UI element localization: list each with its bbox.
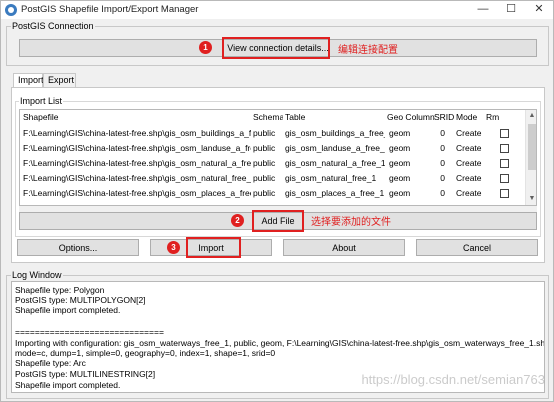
cell-table: gis_osm_places_a_free_1 (285, 188, 385, 198)
step-marker-2: 2 (231, 214, 244, 227)
import-list-table[interactable]: Shapefile Schema Table Geo Column SRID M… (19, 109, 537, 206)
cell-srid: 0 (440, 158, 445, 168)
cell-mode: Create (456, 158, 482, 168)
options-button[interactable]: Options... (17, 239, 139, 256)
table-row[interactable]: F:\Learning\GIS\china-latest-free.shp\gi… (20, 171, 525, 186)
highlight-box-3 (186, 237, 241, 258)
table-row[interactable]: F:\Learning\GIS\china-latest-free.shp\gi… (20, 126, 525, 141)
rm-checkbox[interactable] (500, 144, 509, 153)
cell-shapefile: F:\Learning\GIS\china-latest-free.shp\gi… (23, 188, 251, 198)
step-marker-1: 1 (199, 41, 212, 54)
column-geo-column[interactable]: Geo Column (387, 110, 435, 125)
app-icon (5, 4, 17, 16)
tab-import[interactable]: Import (13, 73, 44, 88)
cell-table: gis_osm_natural_a_free_1 (285, 158, 385, 168)
scroll-thumb[interactable] (528, 124, 536, 170)
cell-srid: 0 (440, 143, 445, 153)
annotation-note-2: 选择要添加的文件 (311, 217, 391, 228)
cell-schema: public (253, 188, 276, 198)
cell-mode: Create (456, 143, 482, 153)
step-marker-3: 3 (167, 241, 180, 254)
column-srid[interactable]: SRID (434, 110, 456, 125)
cell-mode: Create (456, 173, 482, 183)
column-mode[interactable]: Mode (456, 110, 484, 125)
rm-checkbox[interactable] (500, 174, 509, 183)
log-line: PostGIS type: MULTIPOLYGON[2] (15, 295, 146, 305)
column-table[interactable]: Table (285, 110, 385, 125)
watermark: https://blog.csdn.net/semian763 (361, 372, 545, 387)
log-line: Shapefile type: Polygon (15, 285, 105, 295)
about-button[interactable]: About (283, 239, 405, 256)
cell-srid: 0 (440, 188, 445, 198)
minimize-button[interactable]: — (469, 1, 497, 19)
cancel-button[interactable]: Cancel (416, 239, 538, 256)
connection-group-title: PostGIS Connection (11, 21, 95, 31)
scroll-up-icon[interactable]: ▲ (526, 110, 536, 122)
close-button[interactable]: ✕ (525, 1, 553, 19)
column-rm[interactable]: Rm (486, 110, 502, 125)
title-bar: PostGIS Shapefile Import/Export Manager … (1, 1, 553, 19)
cell-geo-column: geom (389, 143, 411, 153)
log-line: PostGIS type: MULTILINESTRING[2] (15, 369, 156, 379)
log-line: mode=c, dump=1, simple=0, geography=0, i… (15, 348, 276, 358)
log-group-title: Log Window (11, 270, 63, 280)
scroll-down-icon[interactable]: ▼ (526, 193, 536, 205)
highlight-box-2 (252, 210, 304, 232)
cell-shapefile: F:\Learning\GIS\china-latest-free.shp\gi… (23, 128, 251, 138)
rm-checkbox[interactable] (500, 189, 509, 198)
column-schema[interactable]: Schema (253, 110, 283, 125)
cell-srid: 0 (440, 128, 445, 138)
table-row[interactable]: F:\Learning\GIS\china-latest-free.shp\gi… (20, 156, 525, 171)
maximize-button[interactable]: ☐ (497, 1, 525, 19)
cell-shapefile: F:\Learning\GIS\china-latest-free.shp\gi… (23, 173, 251, 183)
highlight-box-1 (222, 37, 330, 59)
cell-geo-column: geom (389, 128, 411, 138)
rm-checkbox[interactable] (500, 159, 509, 168)
import-list-group-title: Import List (19, 96, 64, 106)
cell-geo-column: geom (389, 158, 411, 168)
log-line: ============================== (15, 327, 164, 337)
cell-schema: public (253, 128, 276, 138)
log-line: Shapefile import completed. (15, 305, 121, 315)
cell-geo-column: geom (389, 188, 411, 198)
cell-table: gis_osm_buildings_a_free_1 (285, 128, 385, 138)
cell-mode: Create (456, 188, 482, 198)
annotation-note-1: 编辑连接配置 (338, 45, 398, 56)
cell-shapefile: F:\Learning\GIS\china-latest-free.shp\gi… (23, 158, 251, 168)
column-shapefile[interactable]: Shapefile (23, 110, 251, 125)
cell-schema: public (253, 158, 276, 168)
cell-mode: Create (456, 128, 482, 138)
cell-geo-column: geom (389, 173, 411, 183)
cell-shapefile: F:\Learning\GIS\china-latest-free.shp\gi… (23, 143, 251, 153)
table-row[interactable]: F:\Learning\GIS\china-latest-free.shp\gi… (20, 186, 525, 201)
window-title: PostGIS Shapefile Import/Export Manager (21, 4, 199, 15)
table-row[interactable]: F:\Learning\GIS\china-latest-free.shp\gi… (20, 141, 525, 156)
cell-table: gis_osm_landuse_a_free_1 (285, 143, 385, 153)
table-header: Shapefile Schema Table Geo Column SRID M… (20, 110, 525, 125)
cell-srid: 0 (440, 173, 445, 183)
cell-schema: public (253, 173, 276, 183)
vertical-scrollbar[interactable]: ▲ ▼ (525, 110, 536, 205)
log-line: Importing with configuration: gis_osm_wa… (15, 338, 545, 348)
app-window: PostGIS Shapefile Import/Export Manager … (0, 0, 554, 402)
log-line: Shapefile import completed. (15, 380, 121, 390)
cell-table: gis_osm_natural_free_1 (285, 173, 377, 183)
log-line: Shapefile type: Arc (15, 358, 86, 368)
tab-export[interactable]: Export (43, 73, 76, 87)
cell-schema: public (253, 143, 276, 153)
rm-checkbox[interactable] (500, 129, 509, 138)
